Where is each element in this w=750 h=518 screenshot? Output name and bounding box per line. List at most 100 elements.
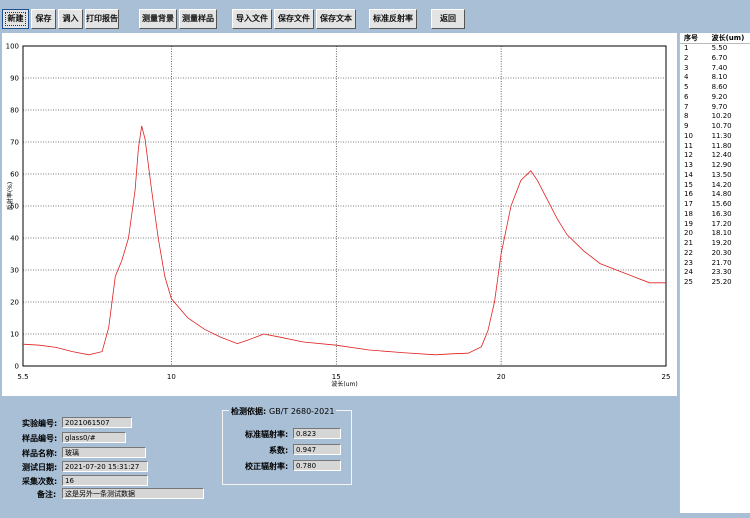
- table-row[interactable]: 22 20.30: [680, 249, 750, 259]
- y-tick-label: 70: [10, 139, 19, 147]
- row-wavelength: 6.70: [711, 53, 728, 62]
- row-wavelength: 18.10: [711, 229, 732, 238]
- sample-no-label: 样品编号:: [22, 434, 58, 443]
- load-button[interactable]: 调入: [58, 9, 83, 29]
- table-row[interactable]: 18 16.30: [680, 210, 750, 220]
- x-axis-label: 波长(um): [331, 380, 357, 388]
- std-emissivity-field[interactable]: 0.823: [293, 428, 341, 439]
- row-index: 23: [684, 258, 693, 267]
- test-date-label: 测试日期:: [22, 463, 58, 472]
- row-wavelength: 13.50: [711, 170, 732, 179]
- import-file-button[interactable]: 导入文件: [232, 9, 272, 29]
- table-row[interactable]: 11 11.80: [680, 142, 750, 152]
- row-index: 6: [684, 92, 689, 101]
- table-row[interactable]: 17 15.60: [680, 200, 750, 210]
- y-tick-label: 60: [10, 171, 19, 179]
- row-wavelength: 15.60: [711, 200, 732, 208]
- row-index: 3: [684, 63, 689, 72]
- corrected-emissivity-field[interactable]: 0.780: [293, 460, 341, 471]
- save-text-button[interactable]: 保存文本: [316, 9, 356, 29]
- x-tick-label: 25: [662, 373, 671, 381]
- x-tick-label: 10: [167, 373, 176, 381]
- table-row[interactable]: 8 10.20: [680, 112, 750, 122]
- y-axis-label: 反射率(%): [6, 182, 14, 210]
- row-wavelength: 5.50: [711, 44, 728, 52]
- sample-no-field[interactable]: glass0/#: [62, 432, 126, 443]
- y-tick-label: 80: [10, 107, 19, 115]
- table-row[interactable]: 5 8.60: [680, 83, 750, 93]
- table-header: 序号 波长(um): [680, 33, 750, 44]
- row-wavelength: 16.30: [711, 209, 732, 218]
- standard-reflectance-button[interactable]: 标准反射率: [369, 9, 417, 29]
- row-index: 25: [684, 278, 693, 286]
- table-row[interactable]: 19 17.20: [680, 220, 750, 230]
- row-index: 21: [684, 239, 693, 247]
- measure-sample-button[interactable]: 测量样品: [179, 9, 217, 29]
- row-index: 10: [684, 131, 693, 140]
- table-row[interactable]: 24 23.30: [680, 268, 750, 278]
- table-row[interactable]: 9 10.70: [680, 122, 750, 132]
- y-tick-label: 90: [10, 75, 19, 83]
- table-row[interactable]: 7 9.70: [680, 103, 750, 113]
- row-wavelength: 8.10: [711, 73, 728, 82]
- table-row[interactable]: 10 11.30: [680, 132, 750, 142]
- table-row[interactable]: 12 12.40: [680, 151, 750, 161]
- save-button[interactable]: 保存: [31, 9, 56, 29]
- new-button[interactable]: 新建: [2, 9, 29, 29]
- y-tick-label: 100: [6, 43, 19, 51]
- row-index: 14: [684, 170, 693, 179]
- table-row[interactable]: 16 14.80: [680, 190, 750, 200]
- table-row[interactable]: 6 9.20: [680, 93, 750, 103]
- table-row[interactable]: 21 19.20: [680, 239, 750, 249]
- table-row[interactable]: 3 7.40: [680, 64, 750, 74]
- row-index: 12: [684, 151, 693, 160]
- toolbar: 新建 保存 调入 打印报告 测量背景 测量样品 导入文件 保存文件 保存文本 标…: [0, 0, 750, 33]
- y-tick-label: 30: [10, 267, 19, 275]
- remark-field[interactable]: 这是另外一条测试数据: [62, 488, 204, 499]
- wavelength-table[interactable]: 序号 波长(um) 1 5.50 2 6.70 3 7.40 4 8.10 5 8.60 6 9.20…: [679, 33, 750, 513]
- standard-label: 检测依据:: [231, 407, 267, 416]
- samples-field[interactable]: 16: [62, 475, 148, 486]
- table-body: 1 5.50 2 6.70 3 7.40 4 8.10 5 8.60 6 9.20 7 9.70 8 10.2…: [680, 44, 750, 288]
- row-wavelength: 12.40: [711, 151, 732, 160]
- sample-name-field[interactable]: 玻璃: [62, 447, 146, 458]
- spectrum-chart: 01020304050607080901005.5 10 15 20 25波长(um)反…: [6, 43, 671, 389]
- table-row[interactable]: 13 12.90: [680, 161, 750, 171]
- experiment-no-field[interactable]: 2021061507: [62, 417, 132, 428]
- coefficient-label: 系数:: [269, 446, 289, 455]
- row-index: 7: [684, 102, 689, 111]
- row-index: 13: [684, 161, 693, 169]
- standard-group: 检测依据: GB/T 2680-2021 标准辐射率: 0.823 系数: 0.…: [222, 406, 352, 485]
- y-tick-label: 20: [10, 299, 19, 307]
- row-index: 18: [684, 209, 693, 218]
- table-row[interactable]: 15 14.20: [680, 181, 750, 191]
- back-button[interactable]: 返回: [431, 9, 465, 29]
- table-row[interactable]: 2 6.70: [680, 54, 750, 64]
- std-emissivity-label: 标准辐射率:: [245, 430, 289, 439]
- row-index: 17: [684, 200, 693, 208]
- table-row[interactable]: 1 5.50: [680, 44, 750, 54]
- table-row[interactable]: 20 18.10: [680, 229, 750, 239]
- y-tick-label: 40: [10, 235, 19, 243]
- print-report-button[interactable]: 打印报告: [85, 9, 119, 29]
- row-index: 20: [684, 229, 693, 238]
- x-tick-label: 5.5: [17, 373, 28, 381]
- remark-label: 备注:: [37, 490, 57, 499]
- coefficient-field[interactable]: 0.947: [293, 444, 341, 455]
- table-row[interactable]: 14 13.50: [680, 171, 750, 181]
- plot-frame: [22, 45, 667, 367]
- table-row[interactable]: 4 8.10: [680, 73, 750, 83]
- standard-value: GB/T 2680-2021: [269, 407, 335, 416]
- row-index: 24: [684, 268, 693, 277]
- row-index: 2: [684, 53, 689, 62]
- row-wavelength: 10.70: [711, 122, 732, 130]
- save-file-button[interactable]: 保存文件: [274, 9, 314, 29]
- measure-background-button[interactable]: 测量背景: [139, 9, 177, 29]
- test-date-field[interactable]: 2021-07-20 15:31:27: [62, 461, 148, 472]
- table-row[interactable]: 25 25.20: [680, 278, 750, 288]
- row-wavelength: 7.40: [711, 63, 728, 72]
- row-index: 5: [684, 83, 689, 91]
- table-row[interactable]: 23 21.70: [680, 259, 750, 269]
- row-wavelength: 20.30: [711, 248, 732, 257]
- row-wavelength: 11.80: [711, 141, 732, 150]
